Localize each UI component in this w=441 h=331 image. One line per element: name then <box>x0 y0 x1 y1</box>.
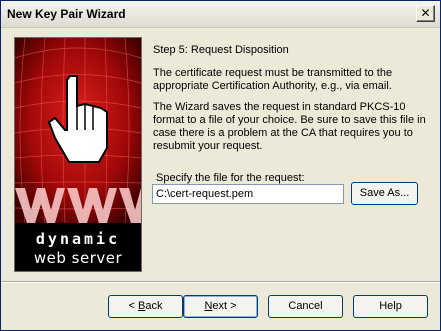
title-bar[interactable]: New Key Pair Wizard ✕ <box>1 1 440 28</box>
save-as-button[interactable]: Save As... <box>351 182 418 205</box>
back-prefix: < <box>128 300 138 312</box>
close-icon: ✕ <box>420 6 431 20</box>
back-button[interactable]: < Back <box>108 295 183 318</box>
wizard-banner: dynamic web server <box>14 37 142 272</box>
step-title: Step 5: Request Disposition <box>153 44 289 56</box>
next-button[interactable]: Next > <box>183 295 258 318</box>
instruction-paragraph-1: The certificate request must be transmit… <box>153 67 393 92</box>
close-button[interactable]: ✕ <box>416 5 435 22</box>
cancel-button[interactable]: Cancel <box>268 295 343 318</box>
request-file-input[interactable] <box>152 184 344 204</box>
footer-separator <box>1 281 440 283</box>
instruction-paragraph-2: The Wizard saves the request in standard… <box>153 101 426 152</box>
next-rest: ext > <box>212 300 237 312</box>
file-field-label: Specify the file for the request: <box>156 172 305 184</box>
wizard-window: New Key Pair Wizard ✕ dynamic web server… <box>0 0 441 331</box>
brand-line-dynamic: dynamic <box>35 230 121 248</box>
help-button[interactable]: Help <box>353 295 428 318</box>
window-title: New Key Pair Wizard <box>7 7 126 21</box>
back-rest: ack <box>145 300 163 312</box>
brand-line-web-server: web server <box>33 249 123 267</box>
